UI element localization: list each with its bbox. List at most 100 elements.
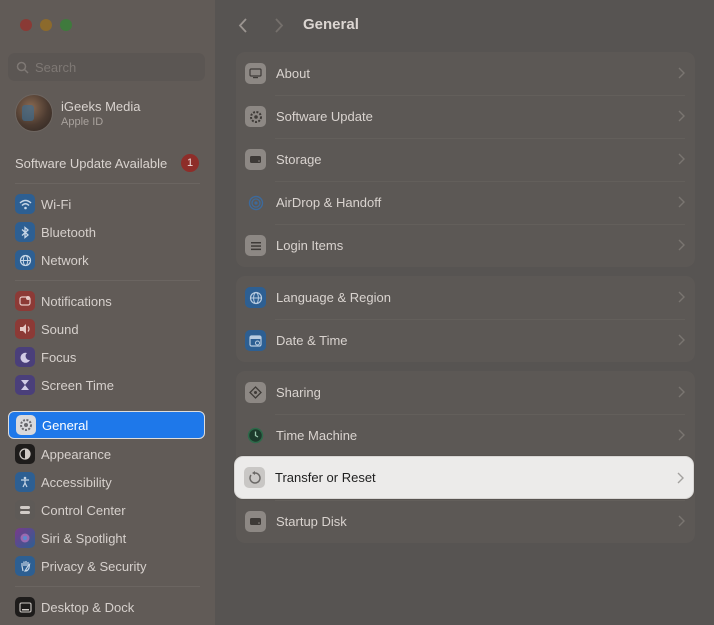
chevron-right-icon — [678, 429, 685, 441]
startup-disk-icon — [245, 511, 266, 532]
row-about[interactable]: About — [236, 52, 695, 95]
row-label: Software Update — [276, 109, 373, 124]
sidebar-item-label: Wi-Fi — [41, 196, 72, 212]
row-label: Language & Region — [276, 290, 391, 305]
row-login-items[interactable]: Login Items — [236, 224, 695, 267]
sidebar-item-notifications[interactable]: Notifications — [8, 287, 205, 315]
sidebar-item-bluetooth[interactable]: Bluetooth — [8, 218, 205, 246]
sidebar-item-label: Notifications — [41, 293, 112, 309]
minimize-window-button[interactable] — [40, 19, 52, 31]
close-window-button[interactable] — [20, 19, 32, 31]
chevron-right-icon — [678, 334, 685, 346]
sidebar-item-siri-spotlight[interactable]: Siri & Spotlight — [8, 524, 205, 552]
sidebar-item-focus[interactable]: Focus — [8, 343, 205, 371]
sidebar-item-screen-time[interactable]: Screen Time — [8, 371, 205, 399]
sidebar-item-label: Appearance — [41, 446, 112, 462]
wifi-icon — [15, 194, 35, 214]
dock-icon — [15, 597, 35, 617]
profile-subtitle: Apple ID — [61, 115, 104, 128]
chevron-right-icon — [677, 472, 684, 484]
row-label: Transfer or Reset — [275, 470, 376, 485]
sidebar-item-privacy-security[interactable]: Privacy & Security — [8, 552, 205, 580]
sidebar-item-control-center[interactable]: Control Center — [8, 496, 205, 524]
main-pane: General About Software Update Storage Ai… — [215, 0, 714, 625]
about-icon — [245, 63, 266, 84]
chevron-right-icon — [678, 515, 685, 527]
row-storage[interactable]: Storage — [236, 138, 695, 181]
airdrop-icon — [245, 192, 266, 213]
bluetooth-icon — [15, 222, 35, 242]
notifications-icon — [15, 291, 35, 311]
sidebar-item-label: Accessibility — [41, 474, 112, 490]
reset-icon — [244, 467, 265, 488]
row-time-machine[interactable]: Time Machine — [236, 414, 695, 457]
row-language-region[interactable]: Language & Region — [236, 276, 695, 319]
row-label: Date & Time — [276, 333, 348, 348]
chevron-right-icon — [678, 153, 685, 165]
zoom-window-button[interactable] — [60, 19, 72, 31]
row-transfer-or-reset[interactable]: Transfer or Reset — [234, 456, 694, 499]
sidebar-item-general[interactable]: General — [8, 411, 205, 439]
row-label: Startup Disk — [276, 514, 347, 529]
sidebar-item-label: Privacy & Security — [41, 558, 147, 574]
sidebar-item-wifi[interactable]: Wi-Fi — [8, 190, 205, 218]
chevron-right-icon — [678, 196, 685, 208]
siri-icon — [15, 528, 35, 548]
sidebar-item-label: Control Center — [41, 502, 126, 518]
sidebar-item-label: Siri & Spotlight — [41, 530, 127, 546]
time-machine-icon — [245, 425, 266, 446]
search-icon — [16, 61, 29, 74]
sidebar-divider — [15, 183, 200, 184]
row-date-time[interactable]: Date & Time — [236, 319, 695, 362]
hourglass-icon — [15, 375, 35, 395]
sidebar-item-label: Focus — [41, 349, 77, 365]
sidebar-item-label: Desktop & Dock — [41, 599, 135, 615]
settings-group-system: About Software Update Storage AirDrop & … — [236, 52, 695, 267]
row-software-update[interactable]: Software Update — [236, 95, 695, 138]
window-controls — [20, 19, 72, 31]
sidebar-item-label: Sound — [41, 321, 79, 337]
globe-icon — [245, 287, 266, 308]
list-icon — [245, 235, 266, 256]
storage-icon — [245, 149, 266, 170]
gear-icon — [245, 106, 266, 127]
accessibility-icon — [15, 472, 35, 492]
chevron-right-icon — [275, 17, 284, 33]
sidebar: iGeeks Media Apple ID Software Update Av… — [0, 0, 215, 625]
forward-button[interactable] — [269, 15, 289, 35]
chevron-left-icon — [238, 17, 247, 33]
page-title: General — [303, 16, 359, 33]
chevron-right-icon — [678, 67, 685, 79]
globe-icon — [15, 250, 35, 270]
sidebar-item-sound[interactable]: Sound — [8, 315, 205, 343]
search-field[interactable] — [8, 53, 205, 81]
calendar-icon — [245, 330, 266, 351]
apple-id-profile[interactable]: iGeeks Media Apple ID — [15, 94, 140, 132]
row-label: Login Items — [276, 238, 344, 253]
row-airdrop-handoff[interactable]: AirDrop & Handoff — [236, 181, 695, 224]
chevron-right-icon — [678, 110, 685, 122]
sidebar-item-label: Screen Time — [41, 377, 114, 393]
sharing-icon — [245, 382, 266, 403]
control-center-icon — [15, 500, 35, 520]
update-label: Software Update Available — [15, 155, 168, 171]
software-update-available[interactable]: Software Update Available 1 — [15, 154, 199, 172]
chevron-right-icon — [678, 239, 685, 251]
settings-group-locale: Language & Region Date & Time — [236, 276, 695, 362]
appearance-icon — [15, 444, 35, 464]
chevron-right-icon — [678, 386, 685, 398]
row-label: AirDrop & Handoff — [276, 195, 382, 210]
row-label: Time Machine — [276, 428, 358, 443]
sidebar-item-label: Network — [41, 252, 89, 268]
sidebar-item-appearance[interactable]: Appearance — [8, 440, 205, 468]
gear-icon — [16, 415, 36, 435]
sidebar-item-desktop-dock[interactable]: Desktop & Dock — [8, 593, 205, 621]
sidebar-item-network[interactable]: Network — [8, 246, 205, 274]
row-startup-disk[interactable]: Startup Disk — [236, 500, 695, 543]
back-button[interactable] — [233, 15, 253, 35]
sidebar-item-accessibility[interactable]: Accessibility — [8, 468, 205, 496]
sidebar-item-label: Bluetooth — [41, 224, 96, 240]
search-input[interactable] — [35, 59, 195, 75]
profile-name: iGeeks Media — [61, 98, 141, 114]
row-sharing[interactable]: Sharing — [236, 371, 695, 414]
